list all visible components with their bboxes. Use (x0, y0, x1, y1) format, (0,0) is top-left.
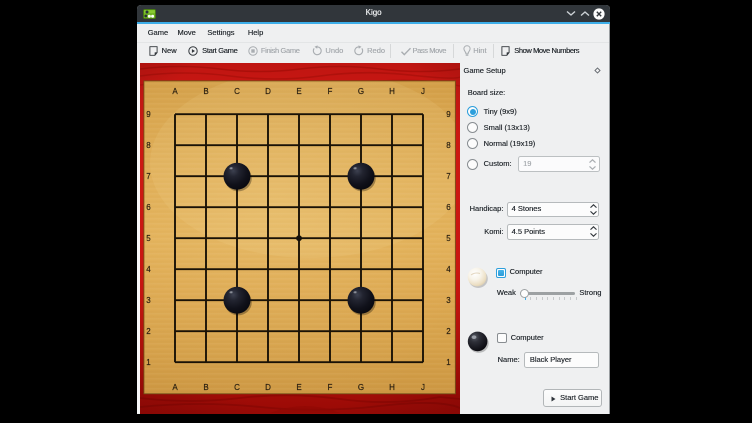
svg-text:C: C (234, 383, 240, 392)
svg-text:C: C (234, 87, 240, 96)
svg-text:5: 5 (146, 234, 151, 243)
svg-text:1: 1 (146, 358, 151, 367)
svg-text:3: 3 (446, 296, 451, 305)
svg-text:G: G (358, 383, 364, 392)
svg-text:B: B (203, 383, 208, 392)
svg-text:J: J (421, 87, 425, 96)
svg-text:9: 9 (146, 110, 151, 119)
svg-text:J: J (421, 383, 425, 392)
svg-text:8: 8 (446, 141, 451, 150)
svg-text:E: E (296, 383, 301, 392)
svg-text:E: E (296, 87, 301, 96)
svg-text:A: A (172, 87, 178, 96)
svg-text:2: 2 (146, 327, 151, 336)
svg-text:H: H (389, 87, 395, 96)
svg-text:B: B (203, 87, 208, 96)
svg-text:8: 8 (146, 141, 151, 150)
svg-text:7: 7 (446, 172, 451, 181)
svg-text:D: D (265, 87, 271, 96)
svg-text:G: G (358, 87, 364, 96)
svg-text:D: D (265, 383, 271, 392)
svg-text:3: 3 (146, 296, 151, 305)
svg-text:4: 4 (446, 265, 451, 274)
svg-text:2: 2 (446, 327, 451, 336)
svg-text:4: 4 (146, 265, 151, 274)
svg-text:F: F (328, 383, 333, 392)
svg-text:H: H (389, 383, 395, 392)
svg-text:A: A (172, 383, 178, 392)
svg-text:F: F (328, 87, 333, 96)
svg-text:1: 1 (446, 358, 451, 367)
svg-text:7: 7 (146, 172, 151, 181)
svg-text:6: 6 (146, 203, 151, 212)
svg-text:9: 9 (446, 110, 451, 119)
